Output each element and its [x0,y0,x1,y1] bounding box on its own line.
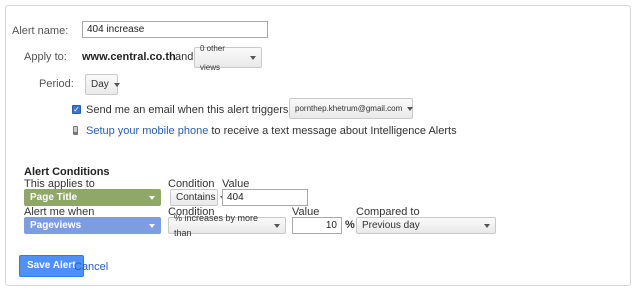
conditions-heading: Alert Conditions [24,166,110,178]
condition-value: Contains [176,192,216,203]
percent-sign: % [345,219,355,231]
period-value: Day [91,79,109,90]
mobile-text: to receive a text message about Intellig… [211,125,457,137]
compared-to-dropdown[interactable]: Previous day [356,217,496,234]
condition-value-input[interactable]: 404 [222,189,308,206]
chevron-down-icon [149,223,155,228]
site-name: www.central.co.th [82,51,176,63]
metric-value: Pageviews [30,220,82,231]
condition-dropdown[interactable]: Contains [170,189,227,206]
applies-to-select[interactable]: Page Title [24,189,161,206]
metric-condition-value: % increases by more than [174,212,259,238]
and-text: and [175,51,194,63]
email-dropdown-label: pornthep.khetrum@gmail.com [295,104,403,113]
period-dropdown[interactable]: Day [85,74,120,95]
compared-to-value: Previous day [362,220,420,231]
period-label: Period: [39,78,74,90]
cancel-link[interactable]: Cancel [74,261,108,273]
applies-to-value: Page Title [30,192,78,203]
metric-select[interactable]: Pageviews [24,217,161,234]
mobile-line: Setup your mobile phone to receive a tex… [86,125,457,137]
alert-form-panel: Alert name: 404 increase Apply to: www.c… [5,5,631,286]
metric-value-input[interactable]: 10 [292,217,342,234]
chevron-down-icon [250,55,256,60]
chevron-down-icon [407,106,414,111]
chevron-down-icon [484,223,490,228]
views-dropdown[interactable]: 0 other views [194,44,262,72]
email-checkbox[interactable]: ✓ [72,105,81,114]
mobile-phone-icon [73,126,78,135]
alert-name-input[interactable]: 404 increase [82,21,268,38]
chevron-down-icon [149,195,155,200]
setup-mobile-link[interactable]: Setup your mobile phone [86,125,208,137]
apply-to-label: Apply to: [24,51,67,63]
chevron-down-icon [113,82,120,87]
alert-name-label: Alert name: [12,25,69,37]
views-dropdown-label: 0 other views [200,43,225,72]
metric-condition-dropdown[interactable]: % increases by more than [168,213,286,238]
email-dropdown[interactable]: pornthep.khetrum@gmail.com [289,98,414,119]
chevron-down-icon [274,223,280,228]
